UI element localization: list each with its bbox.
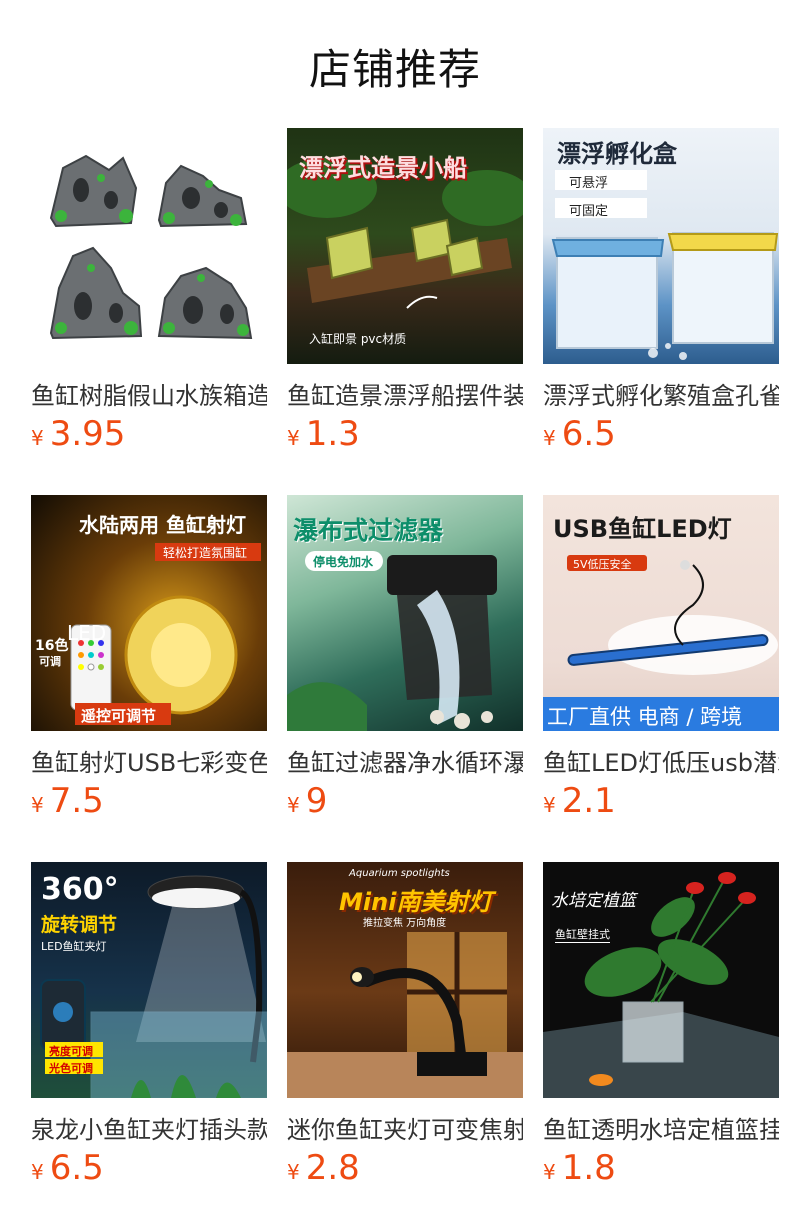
- overlay-text: 遥控可调节: [81, 707, 157, 725]
- price-value: 7.5: [49, 781, 104, 821]
- product-title[interactable]: 鱼缸过滤器净水循环瀑布: [287, 743, 523, 778]
- overlay-text: 16色: [35, 638, 69, 654]
- overlay-text: 光色可调: [49, 1062, 93, 1075]
- overlay-text: 入缸即景 pvc材质: [309, 332, 407, 346]
- product-card[interactable]: 水培定植篮 鱼缸壁挂式 鱼缸透明水培定植篮挂式 ¥1.8: [543, 862, 779, 1188]
- price-value: 6.5: [561, 414, 616, 454]
- price-value: 6.5: [49, 1148, 104, 1188]
- product-price: ¥9: [287, 781, 327, 821]
- product-title[interactable]: 鱼缸透明水培定植篮挂式: [543, 1110, 779, 1145]
- overlay-text: 水陆两用 鱼缸射灯: [79, 513, 246, 537]
- product-card[interactable]: USB鱼缸LED灯 5V低压安全 工厂直供 电商 / 跨境 鱼缸LED灯低压us…: [543, 495, 779, 821]
- product-title[interactable]: 鱼缸射灯USB七彩变色灯: [31, 743, 267, 778]
- product-image[interactable]: [31, 128, 267, 364]
- product-image[interactable]: 漂浮式造景小船 入缸即景 pvc材质: [287, 128, 523, 364]
- section-title: 店铺推荐: [308, 45, 481, 94]
- product-image[interactable]: USB鱼缸LED灯 5V低压安全 工厂直供 电商 / 跨境: [543, 495, 779, 731]
- product-image[interactable]: 360° 旋转调节 LED鱼缸夹灯 亮度可调 光色可调: [31, 862, 267, 1098]
- price-value: 9: [305, 781, 328, 821]
- product-card[interactable]: 漂浮式造景小船 入缸即景 pvc材质 鱼缸造景漂浮船摆件装饰 ¥1.3: [287, 128, 523, 454]
- product-title[interactable]: 鱼缸LED灯低压usb潜水灯: [543, 743, 779, 778]
- overlay-text: 可调: [39, 655, 61, 668]
- product-title[interactable]: 迷你鱼缸夹灯可变焦射灯: [287, 1110, 523, 1145]
- currency-symbol: ¥: [31, 1160, 44, 1184]
- currency-symbol: ¥: [287, 426, 300, 450]
- currency-symbol: ¥: [31, 426, 44, 450]
- product-card[interactable]: 瀑布式过滤器 停电免加水 鱼缸过滤器净水循环瀑布 ¥9: [287, 495, 523, 821]
- price-value: 1.8: [561, 1148, 616, 1188]
- overlay-text: 工厂直供 电商 / 跨境: [547, 705, 743, 729]
- product-image[interactable]: 水培定植篮 鱼缸壁挂式: [543, 862, 779, 1098]
- product-price: ¥6.5: [31, 1148, 104, 1188]
- product-price: ¥2.1: [543, 781, 616, 821]
- overlay-text: 轻松打造氛围缸: [163, 546, 248, 560]
- currency-symbol: ¥: [543, 426, 556, 450]
- overlay-text: LED鱼缸夹灯: [41, 940, 107, 953]
- overlay-text: 推拉变焦 万向角度: [363, 918, 447, 929]
- product-price: ¥2.8: [287, 1148, 360, 1188]
- overlay-text: USB鱼缸LED灯: [553, 515, 732, 543]
- overlay-text: 水培定植篮: [551, 891, 636, 911]
- product-image[interactable]: Aquarium spotlights Mini南美射灯 推拉变焦 万向角度: [287, 862, 523, 1098]
- currency-symbol: ¥: [31, 793, 44, 817]
- product-price: ¥1.3: [287, 414, 360, 454]
- price-value: 3.95: [49, 414, 126, 454]
- product-card[interactable]: Aquarium spotlights Mini南美射灯 推拉变焦 万向角度 迷…: [287, 862, 523, 1188]
- overlay-text: 漂浮式造景小船: [299, 154, 467, 182]
- overlay-text: 瀑布式过滤器: [293, 516, 444, 545]
- overlay-text: Mini南美射灯: [339, 888, 493, 916]
- overlay-text: Aquarium spotlights: [349, 868, 450, 879]
- overlay-text: 漂浮孵化盒: [557, 140, 677, 168]
- overlay-text: 鱼缸壁挂式: [555, 928, 610, 943]
- currency-symbol: ¥: [287, 793, 300, 817]
- overlay-text: 5V低压安全: [573, 558, 632, 571]
- product-image[interactable]: 水陆两用 鱼缸射灯 轻松打造氛围缸 16色 LED 可调 遥控可调节: [31, 495, 267, 731]
- currency-symbol: ¥: [543, 793, 556, 817]
- product-card[interactable]: 鱼缸树脂假山水族箱造景 ¥3.95: [31, 128, 267, 454]
- overlay-text: 旋转调节: [41, 914, 118, 936]
- product-title[interactable]: 泉龙小鱼缸夹灯插头款: [31, 1110, 267, 1145]
- overlay-text: 亮度可调: [49, 1045, 93, 1058]
- product-card[interactable]: 水陆两用 鱼缸射灯 轻松打造氛围缸 16色 LED 可调 遥控可调节 鱼缸射灯U…: [31, 495, 267, 821]
- product-title[interactable]: 鱼缸造景漂浮船摆件装饰: [287, 376, 523, 411]
- overlay-text: 可固定: [569, 204, 609, 219]
- product-card[interactable]: 360° 旋转调节 LED鱼缸夹灯 亮度可调 光色可调 泉龙小鱼缸夹灯插头款 ¥…: [31, 862, 267, 1188]
- price-value: 2.1: [561, 781, 616, 821]
- overlay-text: 360°: [41, 872, 119, 907]
- overlay-text: LED: [67, 621, 107, 645]
- overlay-text: 可悬浮: [569, 176, 609, 191]
- product-title[interactable]: 鱼缸树脂假山水族箱造景: [31, 376, 267, 411]
- product-price: ¥1.8: [543, 1148, 616, 1188]
- currency-symbol: ¥: [287, 1160, 300, 1184]
- product-title[interactable]: 漂浮式孵化繁殖盒孔雀鱼: [543, 376, 779, 411]
- product-image[interactable]: 漂浮孵化盒 可悬浮 可固定: [543, 128, 779, 364]
- product-price: ¥7.5: [31, 781, 104, 821]
- currency-symbol: ¥: [543, 1160, 556, 1184]
- product-image[interactable]: 瀑布式过滤器 停电免加水: [287, 495, 523, 731]
- price-value: 1.3: [305, 414, 360, 454]
- product-price: ¥6.5: [543, 414, 616, 454]
- price-value: 2.8: [305, 1148, 360, 1188]
- product-card[interactable]: 漂浮孵化盒 可悬浮 可固定 漂浮式孵化繁殖盒孔雀鱼 ¥6.5: [543, 128, 779, 454]
- product-price: ¥3.95: [31, 414, 125, 454]
- overlay-text: 停电免加水: [313, 555, 374, 569]
